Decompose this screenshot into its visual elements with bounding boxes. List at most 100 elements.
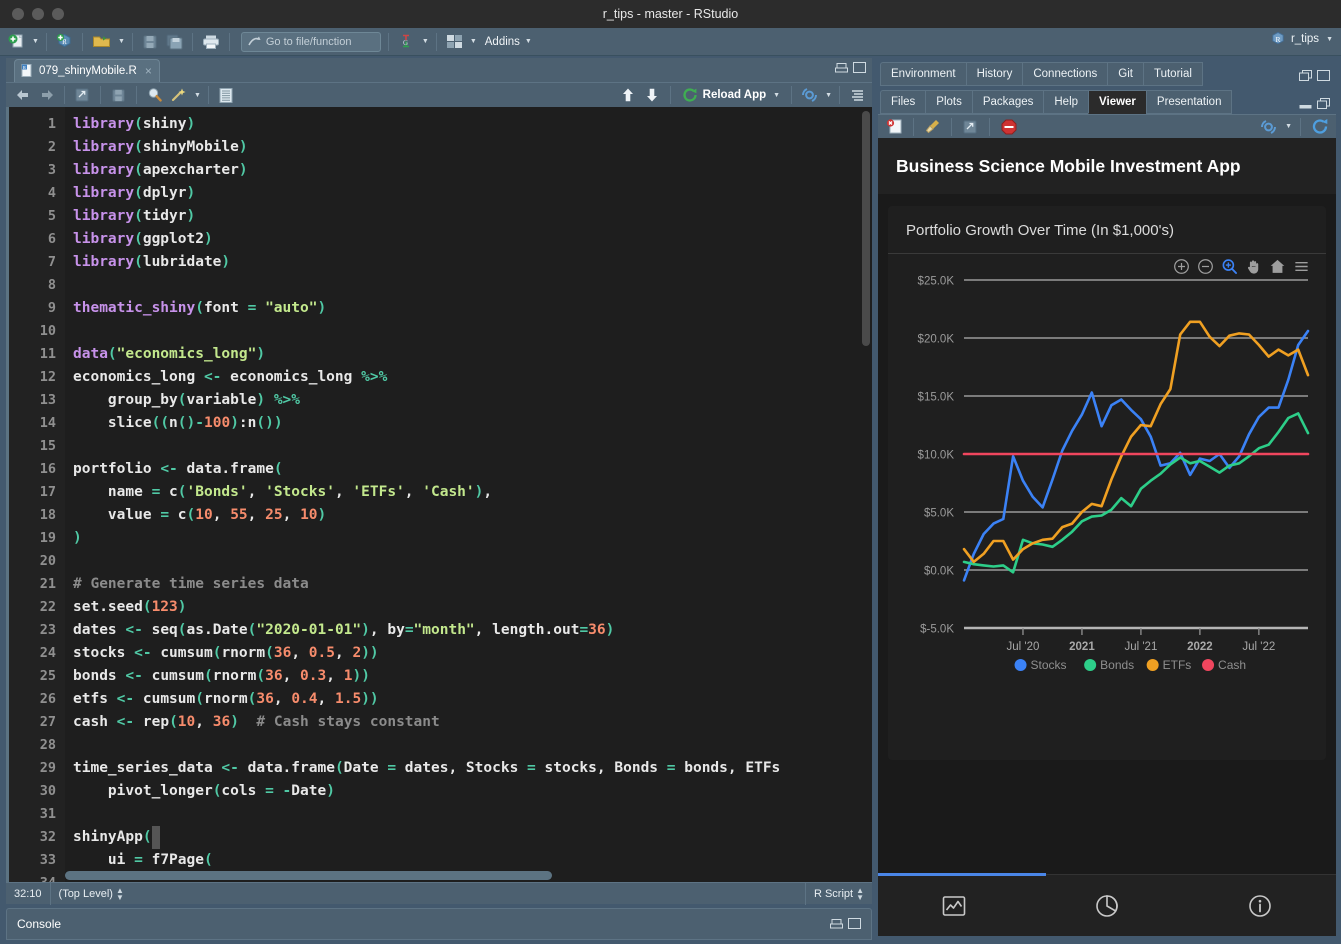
tab-help[interactable]: Help	[1043, 90, 1090, 114]
code-line[interactable]: economics_long <- economics_long %>%	[73, 366, 872, 389]
legend-item-stocks[interactable]: Stocks	[1014, 658, 1067, 672]
arrow-up-icon[interactable]	[618, 85, 639, 106]
print-icon[interactable]	[200, 31, 222, 52]
addins-dropdown-caret[interactable]: ▼	[525, 38, 532, 45]
reload-app-dropdown-caret[interactable]: ▼	[773, 92, 780, 99]
shiny-app-viewer[interactable]: Business Science Mobile Investment App P…	[878, 138, 1336, 936]
tab-git[interactable]: Git	[1107, 62, 1144, 86]
close-icon[interactable]: ×	[145, 64, 152, 78]
version-control-dropdown-caret[interactable]: ▼	[422, 38, 429, 45]
save-all-icon[interactable]	[164, 31, 185, 52]
refresh-icon[interactable]	[1309, 116, 1331, 137]
code-line[interactable]: library(tidyr)	[73, 205, 872, 228]
code-editor[interactable]: 1 2 3 4 5 6 7 8 9 10 11 12 13 14 15 16 17 18 19 20 21 22 23 24 2…	[6, 107, 872, 882]
arrow-left-icon[interactable]	[12, 85, 33, 106]
code-tools-icon[interactable]	[168, 85, 189, 106]
clear-viewer-icon[interactable]	[884, 116, 905, 137]
environment-window-icons[interactable]	[1299, 70, 1330, 81]
project-dropdown-caret[interactable]: ▼	[1326, 36, 1333, 43]
goto-file-function-input[interactable]: Go to file/function	[240, 31, 381, 52]
legend-item-bonds[interactable]: Bonds	[1084, 658, 1134, 672]
save-icon[interactable]	[108, 85, 129, 106]
code-line[interactable]	[73, 550, 872, 573]
arrow-down-icon[interactable]	[642, 85, 663, 106]
editor-horizontal-scroll-thumb[interactable]	[65, 871, 553, 880]
code-line[interactable]: name = c('Bonds', 'Stocks', 'ETFs', 'Cas…	[73, 481, 872, 504]
code-line[interactable]: slice((n()-100):n())	[73, 412, 872, 435]
code-line[interactable]: shinyApp(	[73, 826, 872, 849]
home-reset-icon[interactable]	[1269, 258, 1286, 275]
code-line[interactable]: stocks <- cumsum(rnorm(36, 0.5, 2))	[73, 642, 872, 665]
chevron-updown-icon[interactable]: ▲ ▼	[856, 886, 864, 901]
magnifier-icon[interactable]	[144, 85, 165, 106]
maximize-window-button[interactable]	[52, 8, 64, 20]
code-line[interactable]: etfs <- cumsum(rnorm(36, 0.4, 1.5))	[73, 688, 872, 711]
console-window-icons[interactable]	[830, 918, 861, 929]
new-project-icon[interactable]: R	[54, 31, 75, 52]
tab-packages[interactable]: Packages	[971, 90, 1045, 114]
minimize-window-button[interactable]	[32, 8, 44, 20]
code-line[interactable]: cash <- rep(10, 36) # Cash stays constan…	[73, 711, 872, 734]
chart-container[interactable]: $-5.0K $0.0K $5.0K $10.0K $15.0K $20.0K $25.0K…	[888, 254, 1326, 724]
workspace-panes-icon[interactable]	[444, 31, 465, 52]
code-line[interactable]	[73, 435, 872, 458]
window-controls[interactable]	[0, 8, 64, 20]
show-in-new-window-icon[interactable]	[72, 85, 93, 106]
scope-selector[interactable]: (Top Level) ▲ ▼	[51, 883, 132, 904]
code-line[interactable]	[73, 803, 872, 826]
zoom-in-icon[interactable]	[1173, 258, 1190, 275]
gear-arrow-icon[interactable]	[799, 85, 820, 106]
code-line[interactable]: ui = f7Page(	[73, 849, 872, 872]
nav-tab-pie[interactable]	[1031, 892, 1184, 920]
publish-dropdown-caret[interactable]: ▼	[1285, 123, 1292, 130]
legend-item-etfs[interactable]: ETFs	[1146, 658, 1192, 672]
addins-button[interactable]: Addins	[485, 36, 520, 48]
nav-tab-chart[interactable]	[878, 892, 1031, 920]
workspace-panes-dropdown-caret[interactable]: ▼	[470, 38, 477, 45]
code-line[interactable]: library(shinyMobile)	[73, 136, 872, 159]
tab-plots[interactable]: Plots	[925, 90, 973, 114]
close-window-button[interactable]	[12, 8, 24, 20]
tab-tutorial[interactable]: Tutorial	[1142, 62, 1203, 86]
editor-horizontal-scrollbar[interactable]	[65, 871, 864, 880]
tab-environment[interactable]: Environment	[880, 62, 967, 86]
source-menu-icon[interactable]	[847, 85, 868, 106]
code-tools-dropdown-caret[interactable]: ▼	[194, 92, 201, 99]
code-line[interactable]: library(ggplot2)	[73, 228, 872, 251]
chart-toolbar[interactable]	[1173, 258, 1310, 275]
selection-zoom-icon[interactable]	[1221, 258, 1238, 275]
code-line[interactable]: set.seed(123)	[73, 596, 872, 619]
editor-vertical-scrollbar[interactable]	[862, 111, 870, 346]
version-control-icon[interactable]: G	[396, 31, 417, 52]
legend-item-cash[interactable]: Cash	[1202, 658, 1246, 672]
code-line[interactable]: # Generate time series data	[73, 573, 872, 596]
nav-tab-info[interactable]	[1183, 892, 1336, 920]
code-line[interactable]: portfolio <- data.frame(	[73, 458, 872, 481]
viewer-window-icons[interactable]	[1299, 98, 1330, 109]
project-indicator[interactable]: R r_tips ▼	[1270, 31, 1333, 47]
code-line[interactable]: library(apexcharter)	[73, 159, 872, 182]
code-line[interactable]	[73, 274, 872, 297]
open-recent-dropdown-caret[interactable]: ▼	[118, 38, 125, 45]
code-line[interactable]	[73, 320, 872, 343]
tab-connections[interactable]: Connections	[1022, 62, 1109, 86]
code-line[interactable]: data("economics_long")	[73, 343, 872, 366]
stop-icon[interactable]	[998, 116, 1019, 137]
code-line[interactable]: library(dplyr)	[73, 182, 872, 205]
save-icon[interactable]	[140, 31, 161, 52]
code-line[interactable]: bonds <- cumsum(rnorm(36, 0.3, 1))	[73, 665, 872, 688]
code-line[interactable]	[73, 734, 872, 757]
new-file-dropdown-caret[interactable]: ▼	[32, 38, 39, 45]
tab-viewer[interactable]: Viewer	[1088, 90, 1147, 114]
pan-icon[interactable]	[1245, 258, 1262, 275]
code-line[interactable]: time_series_data <- data.frame(Date = da…	[73, 757, 872, 780]
source-window-icons[interactable]	[835, 62, 866, 73]
code-line[interactable]: thematic_shiny(font = "auto")	[73, 297, 872, 320]
code-lines[interactable]: library(shiny) library(shinyMobile) librar…	[65, 107, 872, 882]
file-type-selector[interactable]: R Script ▲ ▼	[806, 886, 872, 901]
source-tab-079-shinymobile[interactable]: R 079_shinyMobile.R ×	[14, 59, 160, 82]
code-line[interactable]: library(lubridate)	[73, 251, 872, 274]
zoom-out-icon[interactable]	[1197, 258, 1214, 275]
broom-icon[interactable]	[922, 116, 943, 137]
code-line[interactable]: group_by(variable) %>%	[73, 389, 872, 412]
